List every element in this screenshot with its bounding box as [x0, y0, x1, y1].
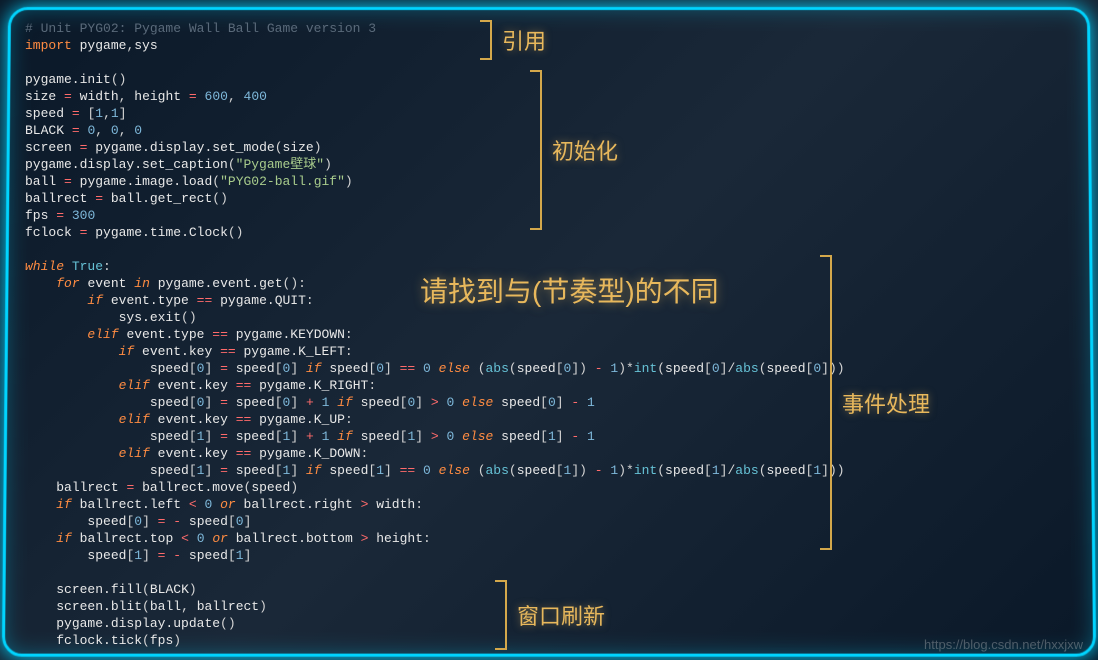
- annotation-label: 引用: [502, 24, 546, 56]
- annotation-label: 初始化: [552, 134, 618, 166]
- code-editor: # Unit PYG02: Pygame Wall Ball Game vers…: [25, 20, 845, 649]
- code-line: speed = [1,1]: [25, 105, 845, 122]
- code-line: fps = 300: [25, 207, 845, 224]
- bracket-icon: [830, 255, 832, 550]
- code-line: [25, 241, 845, 258]
- code-line: screen = pygame.display.set_mode(size): [25, 139, 845, 156]
- code-line: BLACK = 0, 0, 0: [25, 122, 845, 139]
- annotation-import: 引用: [490, 20, 546, 60]
- question-prompt: 请找到与(节奏型)的不同: [420, 270, 719, 310]
- code-line: import pygame,sys: [25, 37, 845, 54]
- code-line: [25, 54, 845, 71]
- code-line: speed[0] = speed[0] + 1 if speed[0] > 0 …: [25, 394, 845, 411]
- code-line: fclock.tick(fps): [25, 632, 845, 649]
- code-line: speed[1] = - speed[1]: [25, 547, 845, 564]
- code-line: speed[0] = speed[0] if speed[0] == 0 els…: [25, 360, 845, 377]
- code-line: screen.fill(BLACK): [25, 581, 845, 598]
- code-line: speed[1] = speed[1] if speed[1] == 0 els…: [25, 462, 845, 479]
- code-line: if ballrect.top < 0 or ballrect.bottom >…: [25, 530, 845, 547]
- code-line: sys.exit(): [25, 309, 845, 326]
- code-line: elif event.type == pygame.KEYDOWN:: [25, 326, 845, 343]
- annotation-events: 事件处理: [830, 255, 930, 550]
- code-line: # Unit PYG02: Pygame Wall Ball Game vers…: [25, 20, 845, 37]
- code-line: if event.key == pygame.K_LEFT:: [25, 343, 845, 360]
- code-line: speed[0] = - speed[0]: [25, 513, 845, 530]
- annotation-label: 窗口刷新: [517, 599, 605, 631]
- annotation-refresh: 窗口刷新: [505, 580, 605, 650]
- code-line: [25, 564, 845, 581]
- annotation-init: 初始化: [540, 70, 618, 230]
- watermark: https://blog.csdn.net/hxxjxw: [924, 637, 1083, 652]
- code-line: pygame.display.update(): [25, 615, 845, 632]
- bracket-icon: [490, 20, 492, 60]
- code-line: size = width, height = 600, 400: [25, 88, 845, 105]
- code-line: pygame.display.set_caption("Pygame壁球"): [25, 156, 845, 173]
- code-line: ballrect = ball.get_rect(): [25, 190, 845, 207]
- code-line: if ballrect.left < 0 or ballrect.right >…: [25, 496, 845, 513]
- code-line: screen.blit(ball, ballrect): [25, 598, 845, 615]
- code-line: fclock = pygame.time.Clock(): [25, 224, 845, 241]
- code-line: elif event.key == pygame.K_UP:: [25, 411, 845, 428]
- code-line: speed[1] = speed[1] + 1 if speed[1] > 0 …: [25, 428, 845, 445]
- code-line: ballrect = ballrect.move(speed): [25, 479, 845, 496]
- annotation-label: 事件处理: [842, 387, 930, 419]
- code-line: elif event.key == pygame.K_RIGHT:: [25, 377, 845, 394]
- code-line: elif event.key == pygame.K_DOWN:: [25, 445, 845, 462]
- code-line: ball = pygame.image.load("PYG02-ball.gif…: [25, 173, 845, 190]
- bracket-icon: [540, 70, 542, 230]
- bracket-icon: [505, 580, 507, 650]
- code-line: pygame.init(): [25, 71, 845, 88]
